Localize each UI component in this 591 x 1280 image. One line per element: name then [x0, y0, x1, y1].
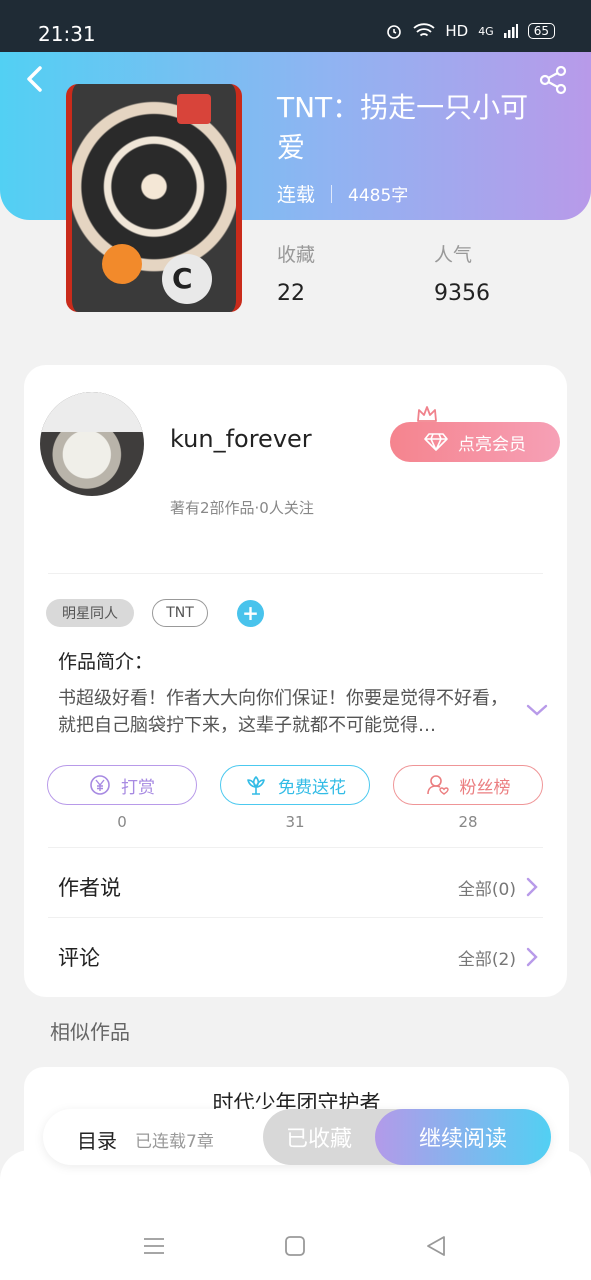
- stat-value: 9356: [434, 281, 490, 306]
- menu-icon[interactable]: [142, 1234, 166, 1258]
- tag-item[interactable]: 明星同人: [46, 599, 134, 627]
- intro-text: 书超级好看！作者大大向你们保证！你要是觉得不好看，就把自己脑袋拧下来，这辈子就都…: [58, 688, 508, 736]
- reward-label: 打赏: [121, 777, 155, 798]
- diamond-icon: [424, 433, 448, 451]
- intro-title: 作品简介：: [58, 651, 154, 673]
- stat-label: 收藏: [277, 244, 316, 266]
- toc-button[interactable]: 目录: [77, 1125, 117, 1154]
- alarm-icon: [387, 25, 402, 39]
- fan-ranking-button[interactable]: 粉丝榜: [393, 765, 543, 805]
- book-meta: 连载 4485字: [277, 180, 408, 207]
- network-label: HD: [445, 22, 469, 40]
- divider: [48, 847, 543, 848]
- comments-label: 评论: [58, 946, 100, 970]
- send-flower-button[interactable]: 免费送花: [220, 765, 370, 805]
- comments-all[interactable]: 全部(2): [458, 945, 538, 970]
- author-notes-row[interactable]: 作者说 全部(0): [58, 867, 538, 907]
- meta-divider: [331, 184, 333, 203]
- wifi-icon: [413, 23, 435, 37]
- author-summary: 著有2部作品·0人关注: [170, 499, 314, 517]
- share-icon[interactable]: [537, 64, 569, 96]
- tag-item[interactable]: TNT: [152, 599, 208, 627]
- author-notes-count: 全部(0): [457, 879, 516, 900]
- author-notes-all[interactable]: 全部(0): [458, 875, 538, 900]
- comments-row[interactable]: 评论 全部(2): [58, 937, 538, 977]
- home-icon[interactable]: [283, 1234, 307, 1258]
- book-word-count: 4485字: [348, 186, 409, 206]
- continue-reading-label: 继续阅读: [418, 1127, 507, 1152]
- stat-value: 22: [277, 281, 305, 306]
- status-time: 21:31: [38, 22, 96, 46]
- signal-icon: [503, 24, 518, 38]
- add-tag-button[interactable]: +: [237, 600, 264, 627]
- divider: [48, 573, 543, 574]
- similar-works-title: 相似作品: [50, 1020, 130, 1044]
- author-avatar[interactable]: [40, 392, 144, 496]
- battery-icon: 65: [527, 23, 555, 39]
- cover-letter: C: [172, 262, 193, 295]
- chapter-count: 已连载7章: [135, 1132, 214, 1152]
- flower-icon: [247, 776, 265, 795]
- chevron-right-icon: [526, 947, 538, 967]
- back-nav-icon[interactable]: [424, 1234, 448, 1258]
- stat-label: 人气: [434, 244, 473, 266]
- chevron-down-icon[interactable]: [526, 703, 548, 717]
- send-flower-label: 免费送花: [278, 777, 346, 798]
- bottom-action-bar: 目录 已连载7章 已收藏 继续阅读: [43, 1109, 551, 1165]
- fans-count: 28: [458, 813, 478, 831]
- book-cover[interactable]: C: [66, 84, 242, 312]
- book-title: TNT：拐走一只小可爱: [277, 91, 529, 164]
- author-notes-label: 作者说: [58, 876, 121, 900]
- vip-button[interactable]: 点亮会员: [390, 422, 560, 462]
- back-icon[interactable]: [20, 64, 50, 94]
- fan-ranking-label: 粉丝榜: [459, 777, 511, 798]
- divider: [48, 917, 543, 918]
- yen-icon: [90, 775, 110, 795]
- continue-reading-button[interactable]: 继续阅读: [375, 1109, 551, 1165]
- book-status: 连载: [277, 184, 316, 206]
- crown-icon: [417, 406, 437, 422]
- fans-icon: [426, 775, 449, 795]
- reward-button[interactable]: 打赏: [47, 765, 197, 805]
- detail-card: kun_forever 著有2部作品·0人关注 点亮会员 明星同人 TNT + …: [24, 365, 567, 997]
- stat-popularity: 人气 9356: [434, 240, 490, 306]
- cover-orange: [102, 244, 142, 284]
- signal-label: 4G: [478, 24, 494, 38]
- comments-count: 全部(2): [457, 949, 516, 970]
- author-name[interactable]: kun_forever: [170, 425, 312, 453]
- status-icons: HD 4G 65: [385, 22, 555, 40]
- collected-label: 已收藏: [285, 1127, 352, 1152]
- chevron-right-icon: [526, 877, 538, 897]
- status-bar: 21:31 HD 4G 65: [0, 0, 591, 52]
- reward-count: 0: [117, 813, 127, 831]
- flower-count: 31: [285, 813, 305, 831]
- avatar-background: [40, 392, 144, 432]
- stat-favorites: 收藏 22: [277, 240, 315, 306]
- vip-label: 点亮会员: [458, 434, 526, 455]
- cover-gift: [177, 94, 211, 124]
- system-nav-bar: [0, 1150, 591, 1280]
